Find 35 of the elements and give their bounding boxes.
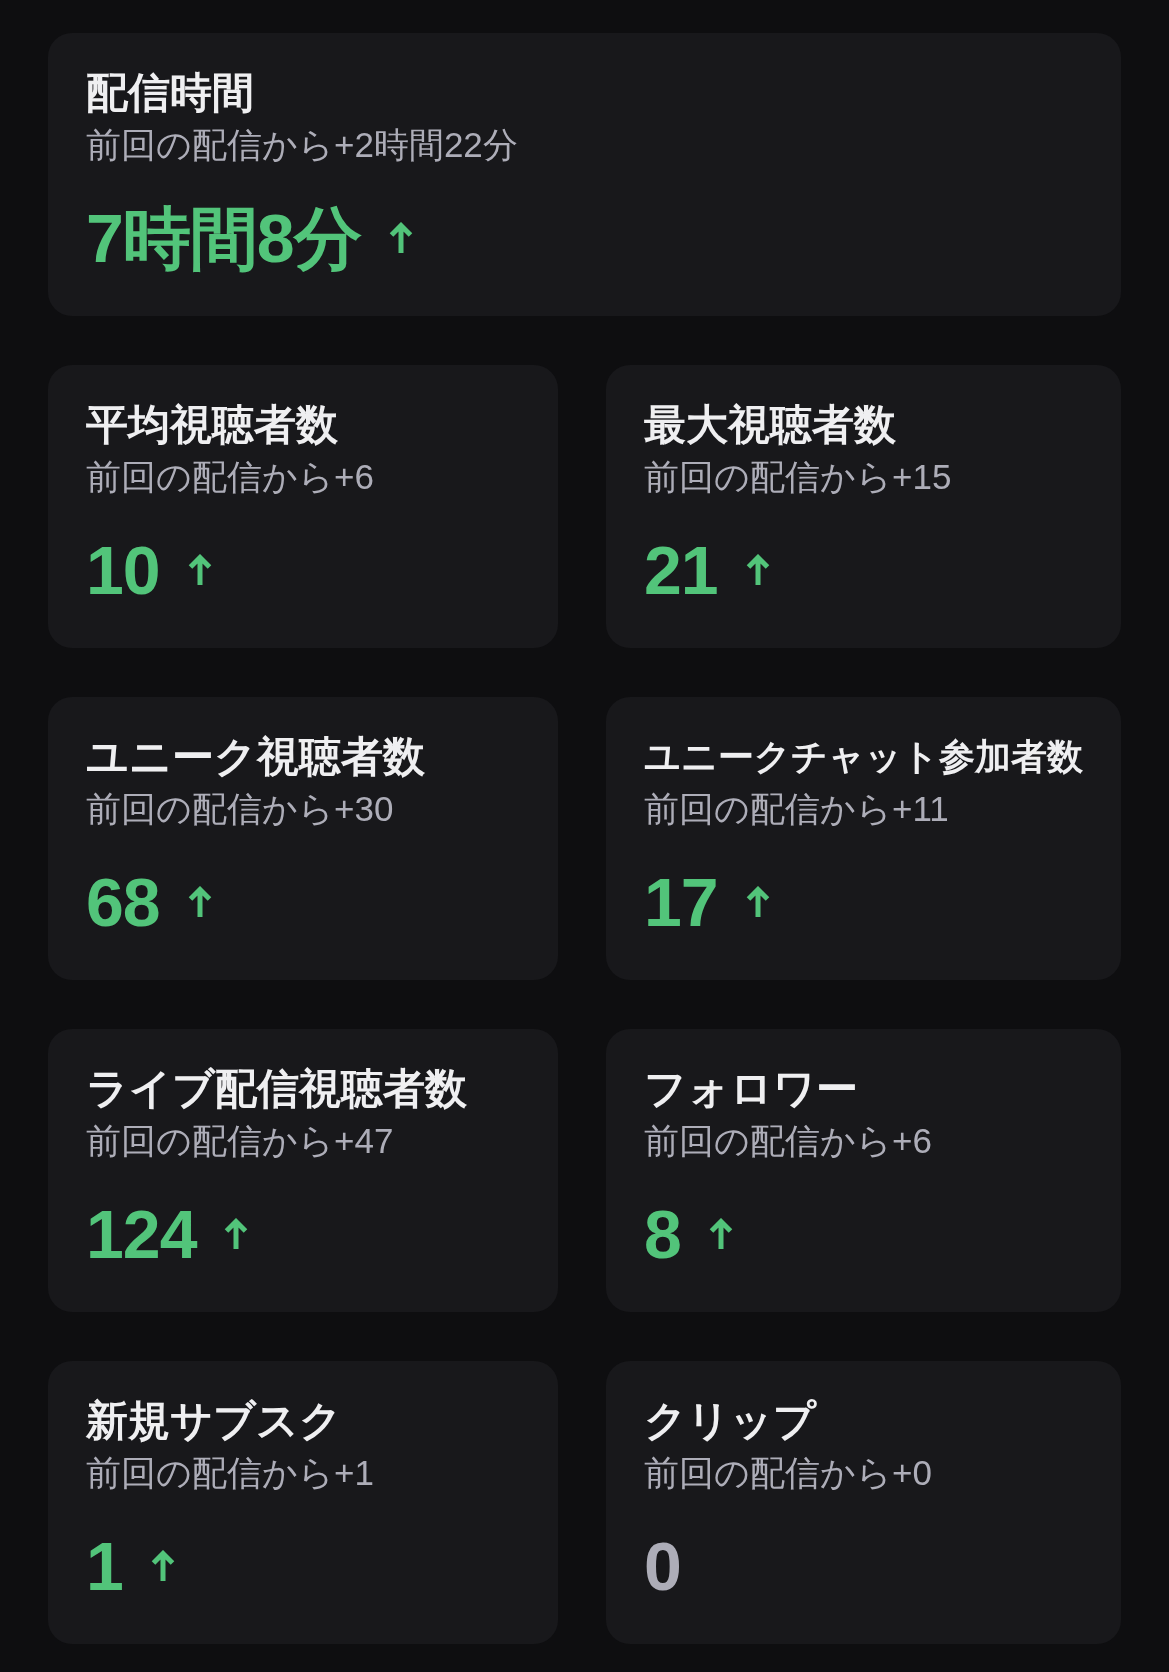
comparison-text: 前回の配信から+1 bbox=[86, 1452, 374, 1494]
stat-value: 7時間8分 bbox=[86, 199, 361, 278]
stat-title: 配信時間 bbox=[86, 69, 254, 117]
stat-value: 10 bbox=[86, 531, 160, 610]
stat-title: 平均視聴者数 bbox=[86, 401, 338, 449]
up-arrow-icon bbox=[744, 886, 771, 918]
comparison-text: 前回の配信から+47 bbox=[86, 1120, 394, 1162]
stat-value: 68 bbox=[86, 863, 160, 942]
comparison-text: 前回の配信から+6 bbox=[644, 1120, 932, 1162]
up-arrow-icon bbox=[223, 1218, 250, 1250]
stat-value: 17 bbox=[644, 863, 718, 942]
stat-title: ユニークチャット参加者数 bbox=[644, 735, 1083, 779]
up-arrow-icon bbox=[149, 1550, 176, 1582]
stat-value: 21 bbox=[644, 531, 718, 610]
stat-value: 0 bbox=[644, 1527, 681, 1606]
stat-title: フォロワー bbox=[644, 1065, 858, 1113]
stat-title: クリップ bbox=[644, 1397, 816, 1445]
stat-value: 124 bbox=[86, 1195, 197, 1274]
comparison-text: 前回の配信から+0 bbox=[644, 1452, 932, 1494]
comparison-text: 前回の配信から+30 bbox=[86, 788, 394, 830]
comparison-text: 前回の配信から+15 bbox=[644, 456, 952, 498]
up-arrow-icon bbox=[744, 554, 771, 586]
stat-value: 1 bbox=[86, 1527, 123, 1606]
stat-title: ユニーク視聴者数 bbox=[86, 733, 425, 781]
stat-value: 8 bbox=[644, 1195, 681, 1274]
stat-title: 最大視聴者数 bbox=[644, 401, 896, 449]
comparison-text: 前回の配信から+6 bbox=[86, 456, 374, 498]
comparison-text: 前回の配信から+2時間22分 bbox=[86, 124, 518, 166]
up-arrow-icon bbox=[387, 222, 414, 254]
stat-title: 新規サブスク bbox=[86, 1397, 342, 1445]
stat-title: ライブ配信視聴者数 bbox=[86, 1065, 467, 1113]
comparison-text: 前回の配信から+11 bbox=[644, 788, 949, 830]
up-arrow-icon bbox=[186, 886, 213, 918]
up-arrow-icon bbox=[707, 1218, 734, 1250]
up-arrow-icon bbox=[186, 554, 213, 586]
